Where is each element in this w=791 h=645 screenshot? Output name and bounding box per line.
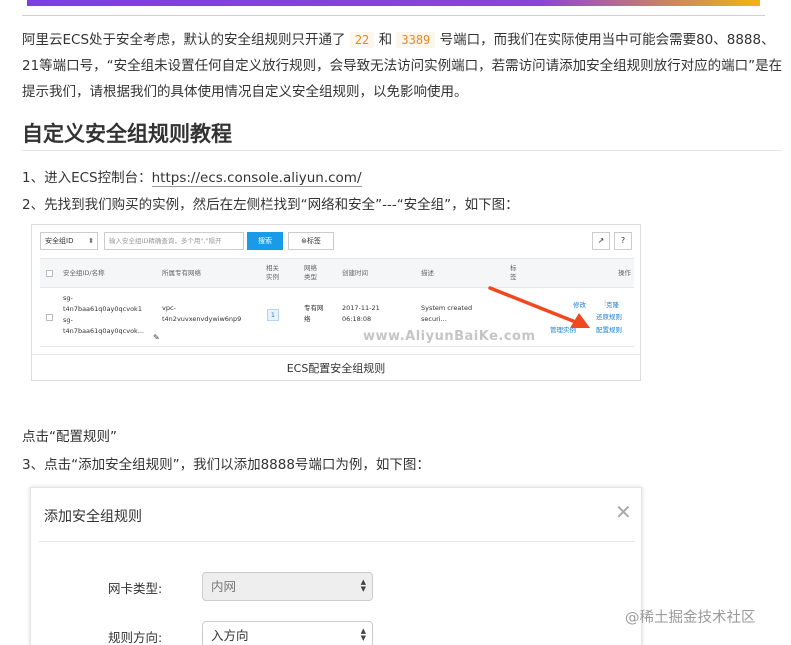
sg-id-line: t4n7baa61q0ay0qcvok... [63, 327, 145, 335]
juejin-watermark: @稀土掘金技术社区 [625, 610, 756, 626]
desc-line: securi... [421, 315, 447, 323]
sg-id-line: sg- [63, 294, 73, 302]
sg-id-cell: sg- t4n7baa61q0ay0qcvok1 sg- t4n7baa61q0… [63, 293, 144, 337]
inline-code-port-22: 22 [349, 32, 375, 48]
col-id: 安全组ID/名称 [63, 269, 105, 277]
select-arrows-icon: ▲ ▼ [360, 578, 366, 593]
sg-id-line: t4n7baa61q0ay0qcvok1 [63, 305, 142, 313]
col-instances: 相关实例 [266, 264, 279, 281]
col-desc: 描述 [421, 269, 434, 277]
ecs-console-link[interactable]: https://ecs.console.aliyun.com/ [151, 170, 362, 187]
direction-label: 规则方向: [108, 630, 163, 645]
direction-value: 入方向 [211, 628, 249, 643]
intro-paragraph: 阿里云ECS处于安全考虑，默认的安全组规则只开通了 22 和 3389 号端口，… [22, 27, 784, 105]
col-vpc: 所属专有网络 [162, 269, 201, 277]
close-icon: ✕ [615, 500, 632, 524]
dialog-divider [39, 541, 635, 542]
step-2: 2、先找到我们购买的实例，然后在左侧栏找到“网络和安全”---“安全组”，如下图… [22, 197, 519, 213]
tag-button-label: 标签 [306, 237, 321, 245]
dialog-title: 添加安全组规则 [44, 509, 142, 525]
direction-select: 入方向 ▲ ▼ [202, 621, 373, 645]
nic-type-label: 网卡类型: [108, 581, 163, 596]
divider [22, 15, 765, 16]
help-icon: ? [614, 232, 632, 250]
top-banner-image [27, 0, 760, 6]
net-type-line: 专有网 [304, 304, 324, 312]
created-time: 06:18:08 [342, 315, 372, 323]
instance-count-badge: 1 [267, 309, 279, 321]
col-ops: 操作 [618, 269, 631, 277]
step-3: 3、点击“添加安全组规则”，我们以添加8888号端口为例，如下图： [22, 457, 430, 473]
col-net-type: 网络类型 [304, 264, 317, 281]
add-rule-dialog: 添加安全组规则 ✕ 网卡类型: 内网 ▲ ▼ 规则方向: 入方向 ▲ ▼ [30, 487, 642, 645]
created-cell: 2017-11-21 06:18:08 [342, 303, 380, 325]
step-1-text: 1、进入ECS控制台： [22, 170, 152, 186]
desc-line: System created [421, 304, 473, 312]
inline-code-port-3389: 3389 [396, 32, 436, 48]
col-created: 创建时间 [342, 269, 368, 277]
search-button: 搜索 [247, 232, 283, 250]
intro-text-1: 阿里云ECS处于安全考虑，默认的安全组规则只开通了 [22, 32, 350, 48]
vpc-line: vpc- [162, 304, 176, 312]
ecs-screenshot: 安全组ID ⬍ 输入安全组ID精确查询，多个用","隔开 搜索 ⊛标签 ↗ ? 安… [31, 224, 641, 381]
col-tag: 标签 [510, 264, 517, 281]
section-heading: 自定义安全组规则教程 [22, 122, 232, 146]
nic-type-value: 内网 [211, 579, 237, 594]
edit-icon: ✎ [153, 333, 160, 342]
vpc-line: t4n2vuvxenvdywiw6np9 [162, 315, 242, 323]
caret-icon: ⬍ [88, 237, 94, 245]
net-type-cell: 专有网 络 [304, 303, 324, 325]
tag-button: ⊛标签 [288, 232, 334, 250]
screenshot-caption: ECS配置安全组规则 [32, 354, 640, 376]
step-1: 1、进入ECS控制台：https://ecs.console.aliyun.co… [22, 166, 362, 187]
nic-type-select: 内网 ▲ ▼ [202, 572, 373, 601]
id-filter-label: 安全组ID [45, 237, 74, 245]
search-input: 输入安全组ID精确查询，多个用","隔开 [104, 232, 244, 250]
aliyunbaike-watermark: www.AliyunBaiKe.com [363, 329, 536, 344]
click-note: 点击“配置规则” [22, 429, 117, 445]
vpc-cell: vpc- t4n2vuvxenvdywiw6np9 [162, 303, 241, 325]
red-arrow-icon [488, 286, 590, 328]
desc-cell: System created securi... [421, 303, 472, 325]
created-date: 2017-11-21 [342, 304, 380, 312]
net-type-line: 络 [304, 315, 311, 323]
sg-id-line: sg- [63, 316, 73, 324]
row-checkbox [46, 314, 53, 321]
export-icon: ↗ [592, 232, 610, 250]
op-clone-link: 克隆 [606, 301, 619, 309]
heading-divider [22, 150, 782, 151]
select-all-checkbox [46, 270, 53, 277]
id-filter-select: 安全组ID ⬍ [40, 232, 98, 250]
intro-text-2: 和 [374, 32, 397, 48]
select-arrows-icon: ▲ ▼ [360, 627, 366, 642]
